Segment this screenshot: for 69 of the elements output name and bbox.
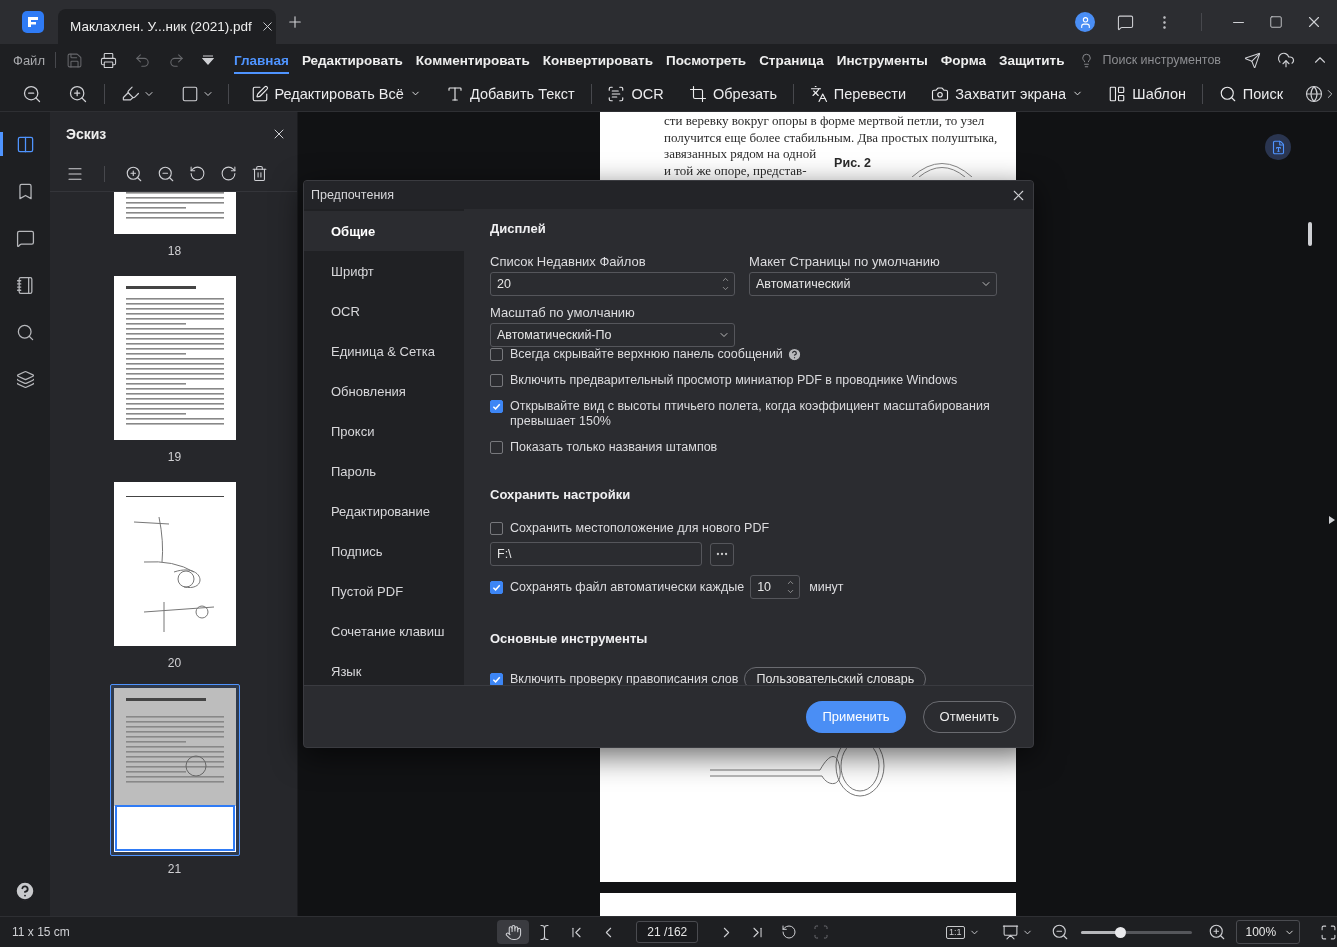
document-text: получится еще более стабильным. Два простых полуштыка, bbox=[664, 129, 998, 147]
figure-caption: Рис. 2 bbox=[834, 156, 871, 171]
document-text: и той же опоре, представ- bbox=[664, 162, 807, 180]
menu-tab[interactable]: Конвертировать bbox=[542, 46, 653, 74]
dialog-title: Предпочтения bbox=[311, 188, 396, 202]
settings-nav-item[interactable]: Сочетание клавиш bbox=[304, 611, 464, 651]
number-input[interactable]: 20 bbox=[497, 274, 721, 294]
settings-nav-item[interactable]: Пустой PDF bbox=[304, 571, 464, 611]
toolbar-button[interactable]: Шаблон bbox=[1100, 79, 1195, 108]
option-label: Сохранять файл автоматически каждые bbox=[510, 579, 745, 595]
settings-nav-item[interactable]: OCR bbox=[304, 291, 464, 331]
menu-tab[interactable]: Главная bbox=[233, 46, 289, 74]
toolbar-button[interactable]: Редактировать Всё bbox=[242, 79, 429, 108]
settings-nav-item[interactable]: Единица & Сетка bbox=[304, 331, 464, 371]
dropdown[interactable]: Автоматический bbox=[749, 272, 997, 296]
file-menu[interactable]: Файл bbox=[13, 52, 45, 68]
page-field[interactable]: 21 /162 bbox=[636, 921, 699, 943]
field-label: Список Недавних Файлов bbox=[490, 254, 647, 269]
toolbar-button[interactable]: OCR bbox=[599, 79, 672, 108]
unit-label: минут bbox=[809, 580, 844, 594]
option-label: Сохранить местоположение для нового PDF bbox=[510, 521, 770, 536]
tool-search-field[interactable]: Поиск инструментов bbox=[1100, 52, 1231, 68]
section-heading: Сохранить настройки bbox=[490, 487, 632, 502]
path-input[interactable]: F:\ bbox=[497, 544, 697, 564]
document-text: завязанных рядом на одной bbox=[664, 146, 817, 163]
menu-tab[interactable]: Редактировать bbox=[301, 46, 403, 74]
section-heading: Основные инструменты bbox=[490, 631, 649, 646]
page-number: 18 bbox=[167, 244, 182, 258]
document-tab[interactable]: Маклахлен. У...ник (2021).pdf bbox=[58, 9, 276, 44]
field-label: Масштаб по умолчанию bbox=[490, 305, 636, 320]
document-text: сти веревку вокруг опоры в форме мертвой петли, то узел bbox=[664, 113, 985, 130]
zoom-select[interactable]: 100% bbox=[1236, 920, 1300, 944]
settings-nav-item[interactable]: Шрифт bbox=[304, 251, 464, 291]
menu-tab[interactable]: Инструменты bbox=[836, 46, 928, 74]
panel-title: Эскиз bbox=[66, 126, 108, 142]
toolbar-button[interactable]: Перевести bbox=[801, 79, 914, 108]
toolbar-button[interactable]: Добавить Текст bbox=[438, 79, 583, 108]
menu-tab[interactable]: Комментировать bbox=[415, 46, 530, 74]
settings-nav-item[interactable]: Пароль bbox=[304, 451, 464, 491]
settings-nav-item[interactable]: Общие bbox=[304, 211, 464, 251]
menu-tab[interactable]: Страница bbox=[759, 46, 824, 74]
menu-tab[interactable]: Посмотреть bbox=[666, 46, 747, 74]
path-field[interactable]: F:\ bbox=[490, 542, 702, 566]
option-label: Открывайте вид с высоты птичьего полета, когда коэффициент масштабирования превышает 150% bbox=[510, 399, 991, 429]
option-label: Включить проверку правописания слов bbox=[510, 671, 739, 685]
settings-nav-item[interactable]: Прокси bbox=[304, 411, 464, 451]
menu-tab[interactable]: Форма bbox=[940, 46, 986, 74]
toolbar-button[interactable]: Обрезать bbox=[681, 79, 785, 108]
option-label: Показать только названия штампов bbox=[510, 440, 718, 455]
field-label: Макет Страницы по умолчанию bbox=[749, 254, 941, 269]
toolbar-button[interactable]: Поиск bbox=[1210, 79, 1291, 108]
menu-tab[interactable]: Защитить bbox=[999, 46, 1065, 74]
page-size: 11 x 15 cm bbox=[12, 925, 71, 939]
section-heading: Дисплей bbox=[490, 221, 547, 236]
dropdown[interactable]: Автоматический-По bbox=[490, 323, 735, 347]
number-field[interactable]: 20 bbox=[490, 272, 735, 296]
page-number: 19 bbox=[167, 450, 182, 464]
tab-title: Маклахлен. У...ник (2021).pdf bbox=[70, 19, 252, 34]
toolbar-button[interactable]: Захватит экрана bbox=[923, 79, 1092, 108]
page-number: 21 bbox=[167, 862, 182, 876]
settings-nav-item[interactable]: Язык bbox=[304, 651, 464, 691]
number-field[interactable]: 10 bbox=[750, 575, 801, 599]
settings-nav-item[interactable]: Обновления bbox=[304, 371, 464, 411]
page-number: 20 bbox=[167, 656, 182, 670]
option-label: Включить предварительный просмотр миниатюр PDF в проводнике Windows bbox=[510, 373, 958, 388]
number-input[interactable]: 10 bbox=[757, 577, 787, 597]
settings-nav-item[interactable]: Подпись bbox=[304, 531, 464, 571]
settings-nav-item[interactable]: Редактирование bbox=[304, 491, 464, 531]
option-label: Всегда скрывайте верхнюю панель сообщений bbox=[510, 347, 783, 362]
